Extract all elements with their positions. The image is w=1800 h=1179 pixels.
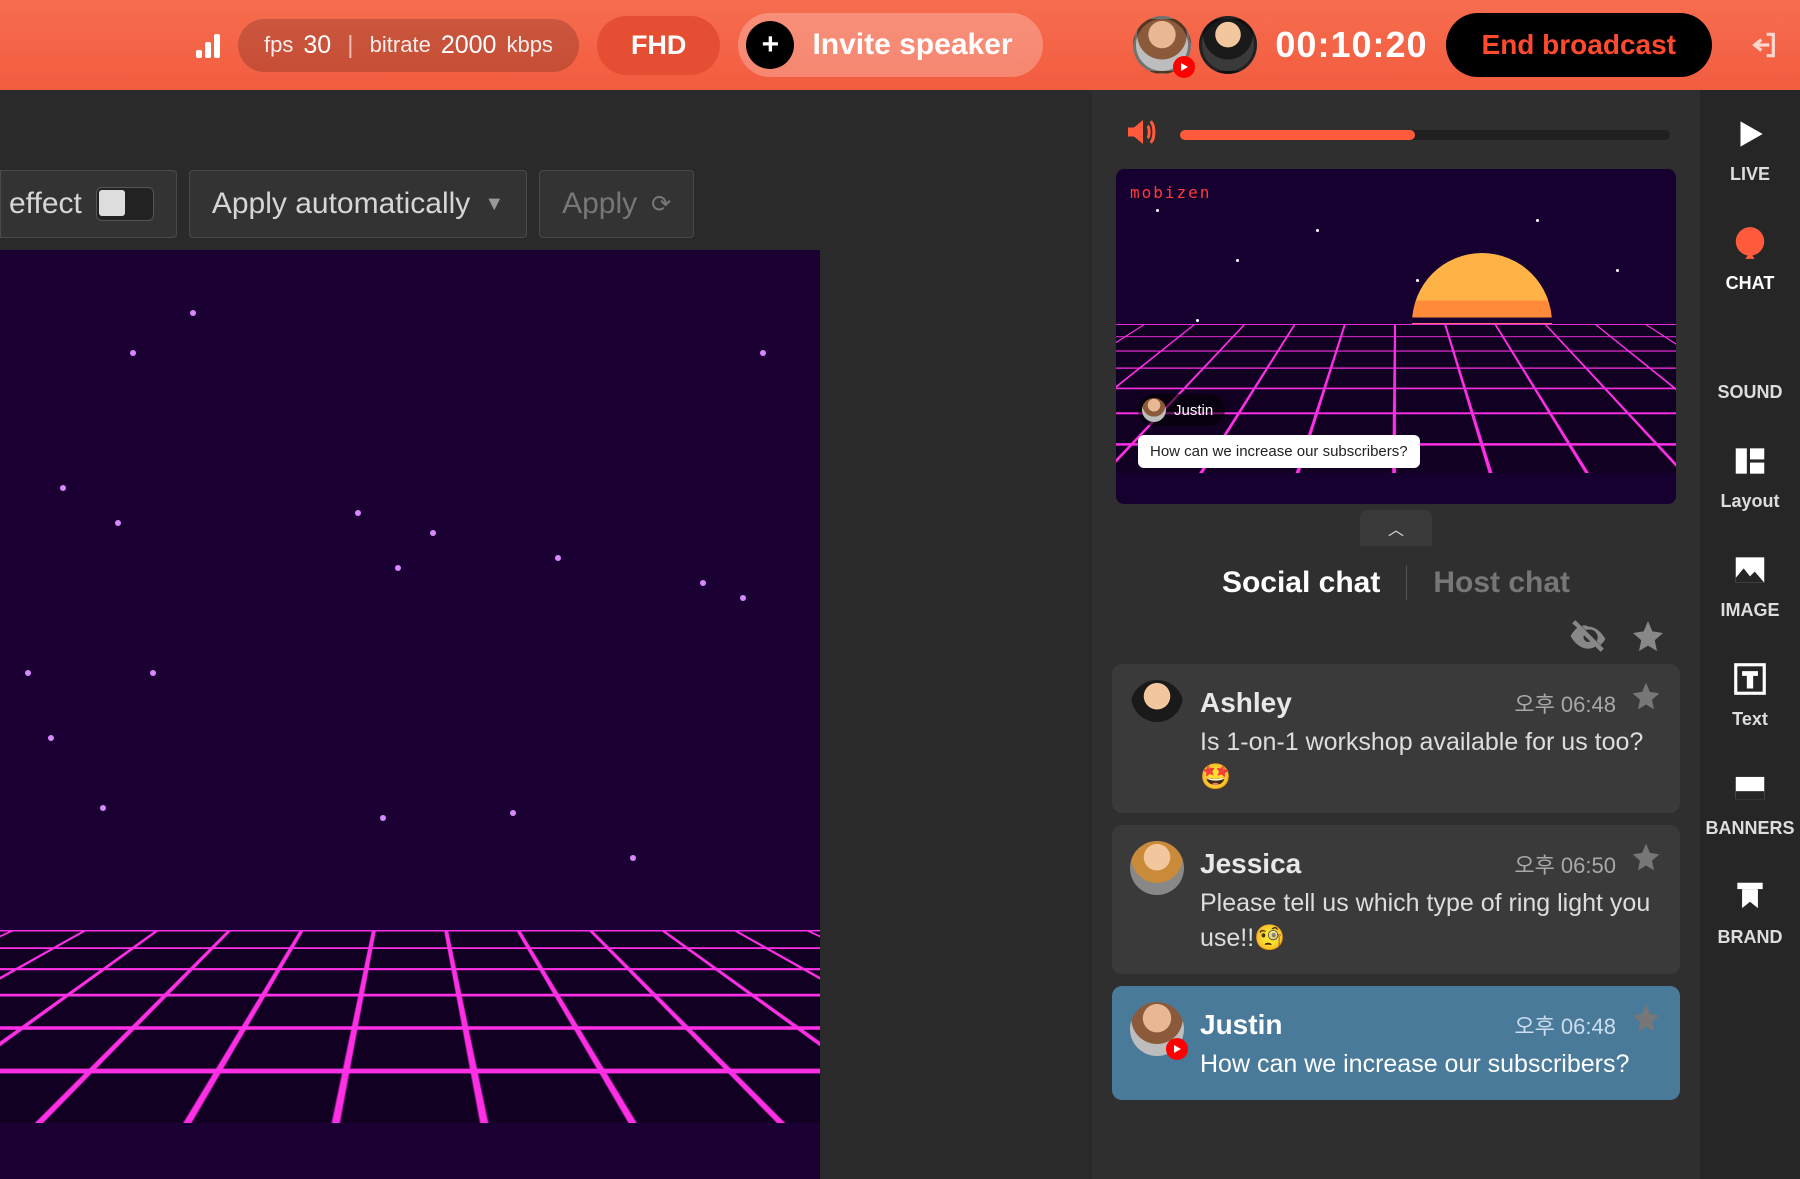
brand-icon bbox=[1728, 875, 1772, 919]
chat-username: Jessica bbox=[1200, 848, 1301, 880]
chat-avatar bbox=[1130, 1002, 1184, 1056]
right-rail: LIVE CHAT SOUND Layout IMAGE Text BANNER… bbox=[1700, 90, 1800, 1179]
collapse-preview-button[interactable]: ︿ bbox=[1360, 510, 1432, 546]
stage-background bbox=[0, 250, 820, 1179]
chat-avatar bbox=[1130, 680, 1184, 734]
participant-avatars bbox=[1133, 16, 1257, 74]
signal-icon bbox=[196, 32, 220, 58]
apply-button[interactable]: Apply ⟳ bbox=[539, 170, 694, 238]
stream-preview[interactable]: mobizen Justin How can we increase our s… bbox=[1116, 169, 1676, 504]
top-bar: fps 30 | bitrate 2000 kbps FHD + Invite … bbox=[0, 0, 1800, 90]
bitrate-label: bitrate bbox=[370, 32, 431, 58]
chat-message[interactable]: Justin 오후 06:48 How can we increase our … bbox=[1112, 986, 1680, 1100]
rail-item-brand[interactable]: BRAND bbox=[1718, 875, 1783, 948]
effect-toggle[interactable]: effect bbox=[0, 170, 177, 238]
rail-item-layout[interactable]: Layout bbox=[1720, 439, 1779, 512]
bitrate-unit: kbps bbox=[506, 32, 552, 58]
chat-timestamp: 오후 06:50 bbox=[1514, 848, 1616, 880]
star-icon[interactable] bbox=[1630, 1002, 1662, 1034]
chat-avatar bbox=[1130, 841, 1184, 895]
rail-item-image[interactable]: IMAGE bbox=[1720, 548, 1779, 621]
invite-speaker-button[interactable]: + Invite speaker bbox=[738, 13, 1042, 77]
preview-comment-bubble: How can we increase our subscribers? bbox=[1138, 435, 1420, 468]
music-icon bbox=[1728, 330, 1772, 374]
star-icon[interactable] bbox=[1630, 841, 1662, 873]
chat-timestamp: 오후 06:48 bbox=[1514, 1009, 1616, 1041]
chevron-up-icon: ︿ bbox=[1388, 522, 1404, 539]
star-icon[interactable] bbox=[1630, 680, 1662, 712]
participant-avatar[interactable] bbox=[1199, 16, 1257, 74]
volume-slider[interactable] bbox=[1180, 130, 1670, 140]
chat-icon bbox=[1728, 221, 1772, 265]
bitrate-value: 2000 bbox=[441, 31, 497, 60]
exit-icon[interactable] bbox=[1748, 29, 1780, 61]
stage-canvas: effect Apply automatically ▼ Apply ⟳ bbox=[0, 90, 1092, 1179]
refresh-icon: ⟳ bbox=[651, 190, 671, 219]
youtube-badge-icon bbox=[1173, 56, 1195, 78]
fps-value: 30 bbox=[303, 31, 331, 60]
star-icon[interactable] bbox=[1628, 616, 1668, 656]
apply-automatically-dropdown[interactable]: Apply automatically ▼ bbox=[189, 170, 527, 238]
rail-item-chat[interactable]: CHAT bbox=[1726, 221, 1775, 294]
broadcast-timer: 00:10:20 bbox=[1275, 24, 1427, 66]
tab-host-chat[interactable]: Host chat bbox=[1407, 560, 1596, 606]
chat-username: Ashley bbox=[1200, 687, 1292, 719]
rail-item-text[interactable]: Text bbox=[1728, 657, 1772, 730]
chat-text: Is 1-on-1 workshop available for us too?… bbox=[1200, 725, 1662, 795]
participant-avatar[interactable] bbox=[1133, 16, 1191, 74]
image-icon bbox=[1728, 548, 1772, 592]
preview-user-chip: Justin bbox=[1138, 394, 1225, 426]
rail-item-sound[interactable]: SOUND bbox=[1717, 330, 1782, 403]
text-icon bbox=[1728, 657, 1772, 701]
banner-icon bbox=[1728, 766, 1772, 810]
chat-tabs: Social chat Host chat bbox=[1092, 560, 1700, 606]
tab-social-chat[interactable]: Social chat bbox=[1196, 560, 1406, 606]
chat-panel: mobizen Justin How can we increase our s… bbox=[1092, 90, 1700, 1179]
chat-text: Please tell us which type of ring light … bbox=[1200, 886, 1662, 956]
youtube-badge-icon bbox=[1166, 1038, 1188, 1060]
chat-username: Justin bbox=[1200, 1009, 1282, 1041]
quality-badge[interactable]: FHD bbox=[597, 16, 721, 75]
visibility-off-icon[interactable] bbox=[1568, 616, 1608, 656]
rail-item-banners[interactable]: BANNERS bbox=[1705, 766, 1794, 839]
stage-toolbar: effect Apply automatically ▼ Apply ⟳ bbox=[0, 170, 1072, 238]
chevron-down-icon: ▼ bbox=[484, 193, 504, 216]
chat-text: How can we increase our subscribers? bbox=[1200, 1047, 1662, 1082]
volume-icon[interactable] bbox=[1122, 114, 1158, 155]
chat-message-list: Ashley 오후 06:48 Is 1-on-1 workshop avail… bbox=[1092, 664, 1700, 1179]
toggle-icon bbox=[96, 187, 154, 221]
fps-label: fps bbox=[264, 32, 293, 58]
chat-message[interactable]: Ashley 오후 06:48 Is 1-on-1 workshop avail… bbox=[1112, 664, 1680, 813]
layout-icon bbox=[1728, 439, 1772, 483]
preview-brand-label: mobizen bbox=[1130, 183, 1211, 202]
stream-metrics: fps 30 | bitrate 2000 kbps bbox=[238, 19, 579, 72]
play-icon bbox=[1728, 112, 1772, 156]
chat-message[interactable]: Jessica 오후 06:50 Please tell us which ty… bbox=[1112, 825, 1680, 974]
volume-fill bbox=[1180, 130, 1415, 140]
plus-icon: + bbox=[746, 21, 794, 69]
rail-item-live[interactable]: LIVE bbox=[1728, 112, 1772, 185]
chat-timestamp: 오후 06:48 bbox=[1514, 687, 1616, 719]
end-broadcast-button[interactable]: End broadcast bbox=[1446, 13, 1712, 77]
